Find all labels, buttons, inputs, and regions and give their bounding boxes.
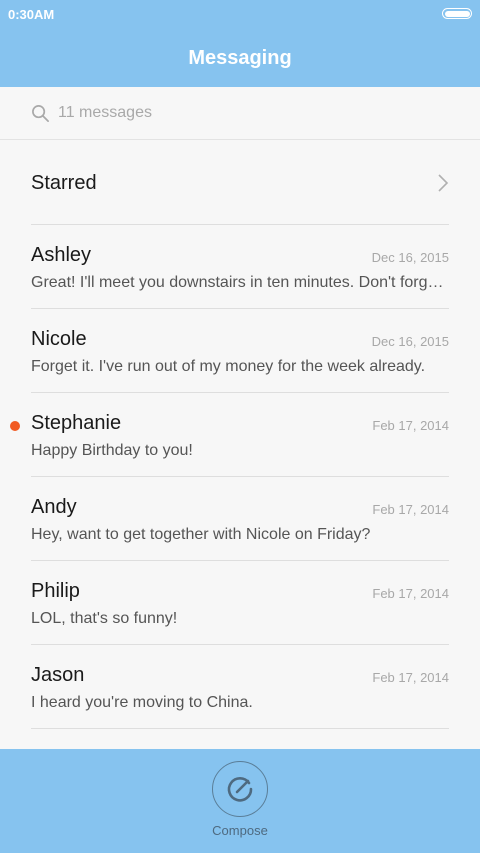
unread-indicator — [10, 421, 20, 431]
battery-fill — [444, 10, 470, 17]
message-date: Dec 16, 2015 — [371, 334, 449, 349]
starred-row[interactable]: Starred — [0, 141, 480, 225]
conversation-list: Starred Ashley Dec 16, 2015 Great! I'll … — [0, 141, 480, 729]
title-bar: Messaging — [0, 28, 480, 87]
compose-icon — [227, 777, 253, 802]
message-preview: Forget it. I've run out of my money for … — [31, 358, 426, 375]
message-date: Dec 16, 2015 — [371, 250, 449, 265]
conversation-item[interactable]: Nicole Dec 16, 2015 Forget it. I've run … — [0, 309, 480, 393]
contact-name: Stephanie — [31, 412, 122, 434]
contact-name: Ashley — [31, 244, 92, 266]
conversation-item[interactable]: Stephanie Feb 17, 2014 Happy Birthday to… — [0, 393, 480, 477]
conversation-item[interactable]: Ashley Dec 16, 2015 Great! I'll meet you… — [0, 225, 480, 309]
status-bar: 0:30AM — [0, 0, 480, 28]
page-title: Messaging — [188, 46, 292, 69]
status-time: 0:30AM — [8, 7, 55, 22]
battery-icon — [442, 8, 472, 19]
message-date: Feb 17, 2014 — [372, 502, 449, 517]
contact-name: Andy — [31, 496, 77, 518]
message-preview: I heard you're moving to China. — [31, 694, 253, 711]
message-preview: Hey, want to get together with Nicole on… — [31, 526, 371, 543]
search-icon — [32, 105, 49, 122]
conversation-item[interactable]: Andy Feb 17, 2014 Hey, want to get toget… — [0, 477, 480, 561]
message-date: Feb 17, 2014 — [372, 418, 449, 433]
compose-button[interactable] — [212, 761, 268, 817]
message-date: Feb 17, 2014 — [372, 586, 449, 601]
message-preview: LOL, that's so funny! — [31, 610, 178, 627]
chevron-right-icon — [438, 174, 449, 192]
message-preview: Great! I'll meet you downstairs in ten m… — [31, 274, 449, 291]
conversation-item[interactable]: Jason Feb 17, 2014 I heard you're moving… — [0, 645, 480, 729]
starred-label: Starred — [31, 172, 97, 194]
compose-label: Compose — [212, 823, 268, 838]
divider — [31, 728, 449, 729]
search-bar[interactable]: 11 messages — [0, 87, 480, 140]
bottom-bar: Compose — [0, 749, 480, 853]
message-preview: Happy Birthday to you! — [31, 442, 193, 459]
message-date: Feb 17, 2014 — [372, 670, 449, 685]
contact-name: Jason — [31, 664, 85, 686]
contact-name: Philip — [31, 580, 80, 602]
contact-name: Nicole — [31, 328, 87, 350]
conversation-item[interactable]: Philip Feb 17, 2014 LOL, that's so funny… — [0, 561, 480, 645]
search-placeholder[interactable]: 11 messages — [58, 104, 152, 122]
